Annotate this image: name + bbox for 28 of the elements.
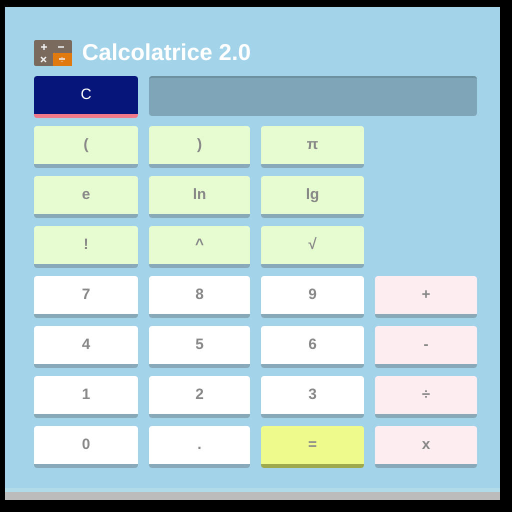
calculator-key[interactable]: π	[261, 126, 364, 168]
calculator-key[interactable]: +	[375, 276, 477, 318]
calculator-key[interactable]: ÷	[375, 376, 477, 418]
calculator-key[interactable]: ^	[149, 226, 250, 268]
calculator-icon	[34, 40, 72, 66]
calculator-key[interactable]: 6	[261, 326, 364, 368]
calculator-key[interactable]: 9	[261, 276, 364, 318]
calculator-key[interactable]: C	[34, 76, 138, 118]
calculator-key[interactable]: ln	[149, 176, 250, 218]
calculator-key[interactable]: )	[149, 126, 250, 168]
calculator-key[interactable]: lg	[261, 176, 364, 218]
calculator-key[interactable]: =	[261, 426, 364, 468]
calculator-key[interactable]: 2	[149, 376, 250, 418]
calculator-key[interactable]: !	[34, 226, 138, 268]
calculator-key[interactable]: (	[34, 126, 138, 168]
calculator-key[interactable]: 5	[149, 326, 250, 368]
calculator-key[interactable]: 4	[34, 326, 138, 368]
calculator-key[interactable]: 1	[34, 376, 138, 418]
calculator-key[interactable]: .	[149, 426, 250, 468]
calculator-key[interactable]: 3	[261, 376, 364, 418]
calculator-key[interactable]: √	[261, 226, 364, 268]
calculator-key[interactable]: 0	[34, 426, 138, 468]
calculator-key[interactable]: x	[375, 426, 477, 468]
calculator-key[interactable]: 8	[149, 276, 250, 318]
calculator-key[interactable]: -	[375, 326, 477, 368]
calculator-key[interactable]: 7	[34, 276, 138, 318]
calculator-key[interactable]: e	[34, 176, 138, 218]
app-title: Calcolatrice 2.0	[82, 38, 251, 68]
